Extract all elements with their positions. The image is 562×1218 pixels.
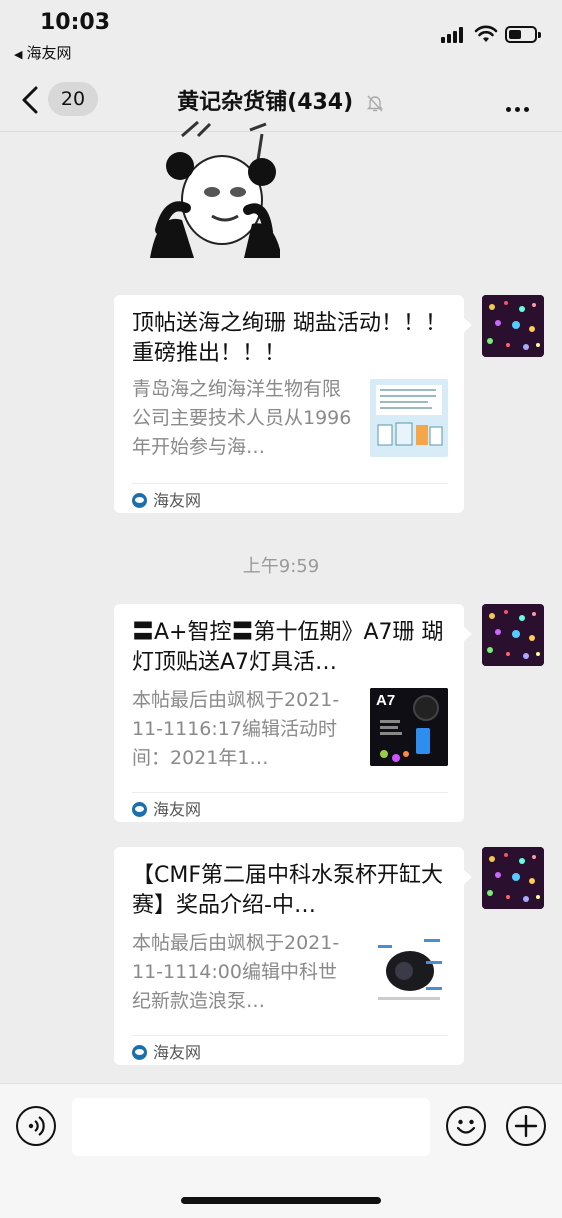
card-description: 本帖最后由飒枫于2021-11-1114:00编辑中科世纪新款造浪泵… bbox=[132, 932, 340, 1012]
source-logo-icon bbox=[132, 493, 147, 508]
card-title: 【CMF第二届中科水泵杯开缸大赛】奖品介绍-中… bbox=[132, 863, 443, 918]
thumbnail-label: A7 bbox=[376, 692, 396, 709]
status-bar: 10:03 ◀ 海友网 bbox=[0, 0, 562, 68]
signal-icon bbox=[441, 27, 467, 43]
back-app-label: 海友网 bbox=[26, 44, 72, 62]
battery-icon bbox=[505, 26, 541, 43]
voice-icon[interactable] bbox=[16, 1106, 56, 1146]
card-source: 海友网 bbox=[132, 487, 201, 511]
card-source-label: 海友网 bbox=[153, 800, 202, 819]
sender-avatar[interactable] bbox=[482, 847, 544, 909]
back-to-app-link[interactable]: ◀ 海友网 bbox=[14, 42, 71, 63]
card-source-label: 海友网 bbox=[153, 491, 202, 510]
source-logo-icon bbox=[132, 1045, 147, 1060]
chat-nav-bar: 20 黄记杂货铺(434) bbox=[0, 68, 562, 132]
panda-sticker-image[interactable] bbox=[140, 120, 280, 260]
back-triangle-icon: ◀ bbox=[14, 48, 23, 61]
home-indicator[interactable] bbox=[181, 1197, 381, 1204]
card-source: 海友网 bbox=[132, 796, 201, 820]
card-title: 〓A+智控〓第十伍期》A7珊 瑚灯顶贴送A7灯具活… bbox=[132, 620, 444, 675]
card-source-label: 海友网 bbox=[153, 1043, 202, 1062]
card-description: 本帖最后由飒枫于2021-11-1116:17编辑活动时间：2021年1… bbox=[132, 689, 340, 769]
message-input[interactable] bbox=[72, 1098, 430, 1156]
card-thumbnail-image bbox=[370, 379, 448, 457]
emoji-icon[interactable] bbox=[446, 1106, 486, 1146]
link-card-message[interactable]: 〓A+智控〓第十伍期》A7珊 瑚灯顶贴送A7灯具活… 本帖最后由飒枫于2021-… bbox=[114, 604, 472, 822]
card-title: 顶帖送海之绚珊 瑚盐活动！！！ 重磅推出！！！ bbox=[132, 311, 447, 366]
sender-avatar[interactable] bbox=[482, 295, 544, 357]
link-card-message[interactable]: 【CMF第二届中科水泵杯开缸大赛】奖品介绍-中… 本帖最后由飒枫于2021-11… bbox=[114, 847, 472, 1065]
chat-title-wrap: 黄记杂货铺(434) bbox=[0, 84, 562, 116]
source-logo-icon bbox=[132, 802, 147, 817]
sender-avatar[interactable] bbox=[482, 604, 544, 666]
mute-bell-icon bbox=[366, 95, 384, 112]
plus-icon[interactable] bbox=[506, 1106, 546, 1146]
more-dots-icon[interactable] bbox=[506, 97, 533, 116]
status-time: 10:03 bbox=[40, 10, 111, 35]
card-source: 海友网 bbox=[132, 1039, 201, 1063]
chat-title: 黄记杂货铺(434) bbox=[177, 90, 354, 115]
card-description: 青岛海之绚海洋生物有限公司主要技术人员从1996年开始参与海… bbox=[132, 378, 352, 458]
message-timestamp: 上午9:59 bbox=[242, 556, 320, 577]
link-card-message[interactable]: 顶帖送海之绚珊 瑚盐活动！！！ 重磅推出！！！ 青岛海之绚海洋生物有限公司主要技… bbox=[114, 295, 472, 513]
card-thumbnail-image: A7 bbox=[370, 688, 448, 766]
card-thumbnail-image bbox=[370, 931, 448, 1009]
wifi-icon bbox=[474, 25, 498, 42]
